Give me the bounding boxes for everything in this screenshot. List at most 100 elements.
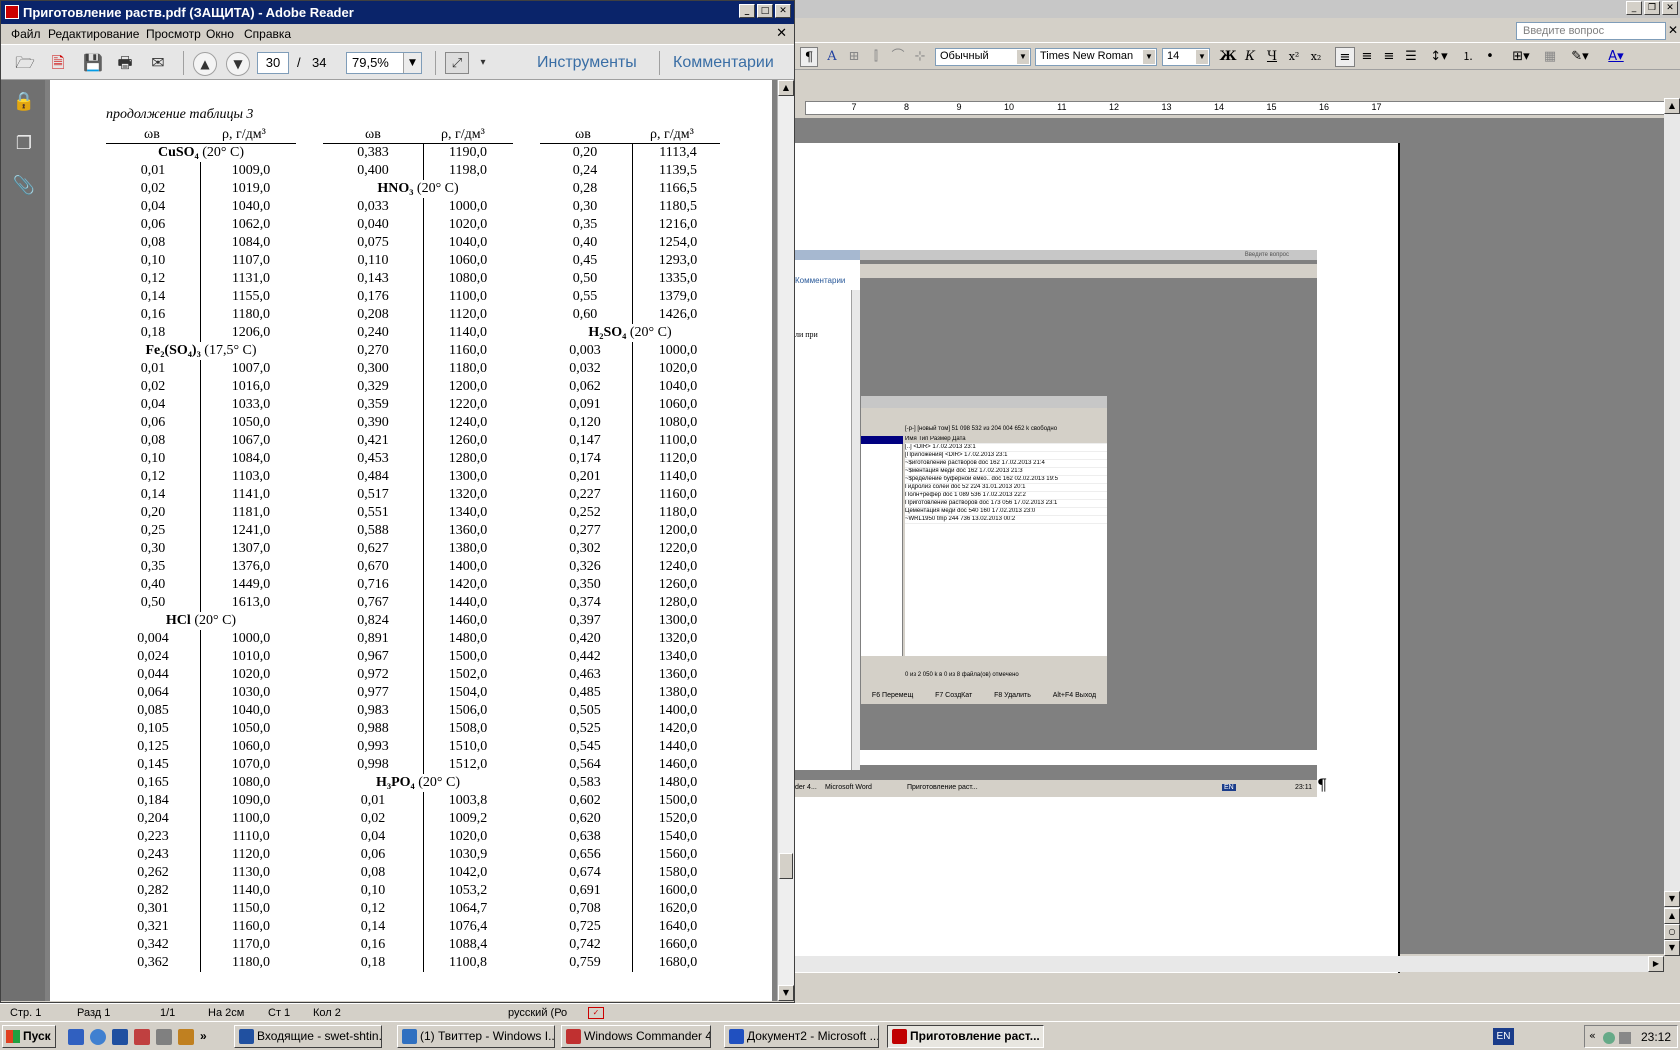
word-doc-close-icon[interactable]: ✕	[1668, 23, 1678, 37]
word-restore-button[interactable]: ❐	[1644, 1, 1660, 15]
menu-window[interactable]: Окно	[206, 27, 234, 41]
print-icon[interactable]: 🖶	[113, 52, 137, 74]
commander-quicklaunch-icon[interactable]	[134, 1029, 150, 1045]
task-button-commander[interactable]: Windows Commander 4....	[561, 1025, 711, 1048]
paint-quicklaunch-icon[interactable]	[178, 1029, 194, 1045]
volume-tray-icon[interactable]	[1619, 1032, 1631, 1044]
subscript-button[interactable]: x₂	[1307, 47, 1325, 67]
start-button[interactable]: Пуск	[2, 1025, 56, 1048]
mass-fraction-cell: 0,120	[569, 415, 601, 430]
menu-file[interactable]: Файл	[11, 27, 41, 41]
columns-icon[interactable]: ⫿	[867, 47, 885, 67]
adobe-close-button[interactable]: ✕	[775, 4, 791, 18]
adobe-vertical-scrollbar[interactable]: ▲ ▼	[777, 80, 794, 1001]
lock-icon[interactable]: 🔒	[12, 90, 36, 114]
table-row: 0,627 1380,0	[323, 540, 513, 558]
scroll-down-icon[interactable]: ▼	[778, 985, 794, 1001]
page-number-input[interactable]: 30	[257, 52, 289, 74]
spelling-status-icon[interactable]: ✓	[588, 1007, 604, 1019]
align-left-button[interactable]: ≡	[1335, 47, 1355, 67]
outlook-quicklaunch-icon[interactable]	[112, 1029, 128, 1045]
scroll-up-icon[interactable]: ▲	[778, 80, 794, 96]
borders-icon[interactable]: ⊞▾	[1507, 47, 1535, 67]
scroll-right-icon[interactable]: ▶	[1648, 956, 1664, 972]
browse-object-icon[interactable]: ○	[1664, 924, 1680, 940]
drawing-icon[interactable]: ⌒	[889, 47, 907, 67]
word-horizontal-scrollbar[interactable]: ▶	[795, 956, 1664, 972]
attachments-icon[interactable]: 📎	[12, 174, 36, 198]
table-insert-icon[interactable]: ⊞	[845, 47, 863, 67]
pilcrow-toggle-button[interactable]: ¶	[800, 47, 818, 67]
font-combo[interactable]: Times New Roman ▼	[1035, 48, 1157, 66]
density-cell: 1200,0	[658, 523, 698, 538]
density-cell: 1260,0	[448, 433, 488, 448]
word-ask-input[interactable]: Введите вопрос	[1516, 22, 1666, 40]
menu-view[interactable]: Просмотр	[146, 27, 201, 41]
menu-help[interactable]: Справка	[244, 27, 291, 41]
bold-button[interactable]: Ж	[1219, 47, 1237, 67]
underline-button[interactable]: Ч	[1263, 47, 1281, 67]
superscript-button[interactable]: x²	[1285, 47, 1303, 67]
previous-page-button[interactable]: ▲	[193, 52, 217, 76]
document-close-icon[interactable]: ✕	[776, 26, 787, 41]
word-vertical-scrollbar[interactable]: ▲ ▼ ▲ ○ ▼	[1664, 98, 1680, 956]
comments-pane-button[interactable]: Комментарии	[673, 54, 774, 72]
open-file-icon[interactable]: 🗁	[13, 52, 37, 74]
mass-fraction-cell: 0,06	[140, 217, 166, 232]
justify-button[interactable]: ☰	[1402, 47, 1420, 67]
toolbar-more-icon[interactable]: ▾	[477, 52, 489, 74]
word-minimize-button[interactable]: _	[1626, 1, 1642, 15]
task-button-twitter[interactable]: (1) Твиттер - Windows I...	[397, 1025, 555, 1048]
quicklaunch-more-icon[interactable]: »	[200, 1029, 216, 1045]
table-row: 0,223 1110,0	[106, 828, 296, 846]
menu-edit[interactable]: Редактирование	[48, 27, 139, 41]
numbering-icon[interactable]: ⒈	[1459, 47, 1477, 67]
document-viewport[interactable]: продолжение таблицы 3 ωв ρ, г/дм³ CuSO₄ …	[45, 80, 777, 1001]
align-center-button[interactable]: ≡	[1358, 47, 1376, 67]
line-spacing-icon[interactable]: ↕▾	[1425, 47, 1453, 67]
next-page-icon[interactable]: ▼	[1664, 940, 1680, 956]
scroll-up-icon[interactable]: ▲	[1664, 98, 1680, 114]
language-indicator[interactable]: EN	[1493, 1028, 1514, 1045]
pages-thumbnails-icon[interactable]: ❐	[12, 132, 36, 156]
browser-quicklaunch-icon[interactable]	[90, 1029, 106, 1045]
zoom-combo[interactable]: 79,5% ▼	[346, 52, 422, 74]
font-color-icon[interactable]: A▾	[1601, 47, 1631, 67]
mass-fraction-cell: 0,176	[357, 289, 389, 304]
prev-page-icon[interactable]: ▲	[1664, 908, 1680, 924]
scroll-thumb[interactable]	[779, 853, 793, 879]
align-right-button[interactable]: ≡	[1380, 47, 1398, 67]
fit-page-icon[interactable]: ⤢	[445, 52, 469, 74]
highlight-icon[interactable]: ✎▾	[1565, 47, 1595, 67]
next-page-button[interactable]: ▼	[226, 52, 250, 76]
mass-fraction-cell: 0,062	[569, 379, 601, 394]
ie-quicklaunch-icon[interactable]	[68, 1029, 84, 1045]
scroll-down-icon[interactable]: ▼	[1664, 891, 1680, 907]
word-menubar: Введите вопрос ✕	[795, 20, 1680, 42]
adobe-minimize-button[interactable]: _	[739, 4, 755, 18]
network-tray-icon[interactable]	[1603, 1032, 1615, 1044]
font-size-combo[interactable]: 14 ▼	[1162, 48, 1210, 66]
styles-icon[interactable]: A	[823, 47, 841, 67]
calculator-quicklaunch-icon[interactable]	[156, 1029, 172, 1045]
task-button-adobe[interactable]: Приготовление раст...	[887, 1025, 1044, 1048]
grid-icon[interactable]: ▦	[1541, 47, 1559, 67]
task-label: Приготовление раст...	[910, 1029, 1040, 1043]
mass-fraction-cell: 0,14	[140, 487, 166, 502]
task-button-mail[interactable]: Входящие - swet-shtin...	[234, 1025, 382, 1048]
italic-button[interactable]: К	[1241, 47, 1259, 67]
bullets-icon[interactable]: •	[1481, 47, 1499, 67]
mass-fraction-cell: 0,967	[357, 649, 389, 664]
outline-icon[interactable]: ⊹	[911, 47, 929, 67]
density-cell: 1060,0	[448, 253, 488, 268]
word-close-button[interactable]: ✕	[1662, 1, 1678, 15]
task-button-word[interactable]: Документ2 - Microsoft ...	[724, 1025, 879, 1048]
email-icon[interactable]: ✉	[146, 52, 170, 74]
adobe-maximize-button[interactable]: □	[757, 4, 773, 18]
style-combo[interactable]: Обычный ▼	[935, 48, 1031, 66]
tools-pane-button[interactable]: Инструменты	[537, 54, 637, 72]
save-icon[interactable]: 💾	[81, 52, 105, 74]
density-cell: 1506,0	[448, 703, 488, 718]
create-pdf-icon[interactable]: 🗎	[46, 52, 70, 74]
tray-expand-icon[interactable]: «	[1589, 1029, 1596, 1042]
